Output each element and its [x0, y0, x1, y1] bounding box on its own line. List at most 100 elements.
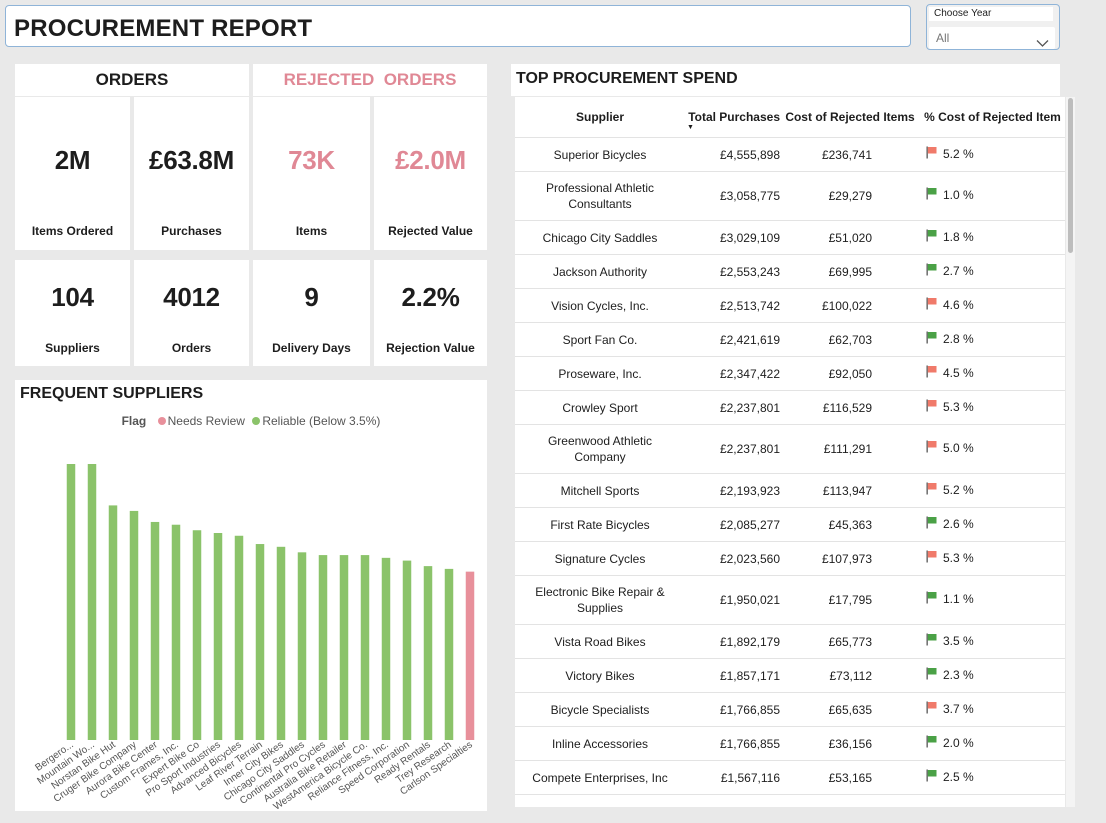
cell-cost-rejected: £116,529 [780, 390, 920, 425]
bar-14[interactable] [360, 555, 370, 740]
cell-cost-rejected: £62,703 [780, 322, 920, 357]
table-row[interactable]: Victory Bikes £1,857,171 £73,112 2.3 % [515, 658, 1065, 693]
year-slicer-label: Choose Year [929, 7, 1053, 21]
bar-13[interactable] [339, 555, 349, 740]
chevron-down-icon[interactable] [1036, 33, 1049, 55]
frequent-suppliers-chart: FREQUENT SUPPLIERS Flag Needs Review Rel… [15, 380, 487, 811]
bar-15[interactable] [381, 557, 391, 740]
bar-17[interactable] [423, 566, 433, 740]
cell-total-purchases: £2,347,422 [685, 356, 780, 391]
year-dropdown[interactable]: All [929, 27, 1055, 49]
column-header-supplier[interactable]: Supplier [515, 97, 685, 138]
cell-supplier: Superior Bicycles [515, 137, 685, 172]
table-row[interactable]: Superior Bicycles £4,555,898 £236,741 5.2 % [515, 137, 1065, 172]
cell-supplier: Compete Enterprises, Inc [515, 760, 685, 795]
bar-0[interactable] [66, 464, 76, 740]
rejected-orders-header: REJECTED ORDERS [253, 64, 487, 96]
table-scrollbar-thumb[interactable] [1068, 98, 1073, 253]
cell-cost-rejected: £17,795 [780, 575, 920, 625]
cell-total-purchases: £2,421,619 [685, 322, 780, 357]
kpi-delivery-days-label: Delivery Days [272, 341, 351, 355]
year-slicer[interactable]: Choose Year All [926, 4, 1060, 50]
table-row[interactable]: Greenwood Athletic Company £2,237,801 £111… [515, 424, 1065, 474]
bar-3[interactable] [129, 510, 139, 740]
bar-9[interactable] [255, 544, 265, 740]
bar-18[interactable] [444, 568, 454, 740]
cell-cost-rejected: £29,279 [780, 171, 920, 221]
cell-pct-value: 2.6 % [943, 516, 974, 531]
cell-total-purchases: £2,513,742 [685, 288, 780, 323]
table-row[interactable]: Professional Athletic Consultants £3,058,… [515, 171, 1065, 221]
cell-supplier: Jackson Authority [515, 254, 685, 289]
flag-red-icon [926, 297, 937, 313]
flag-green-icon [926, 263, 937, 279]
kpi-card-rejected-items: 73K Items [253, 97, 370, 250]
cell-cost-rejected: £113,947 [780, 473, 920, 508]
cell-pct-rejected: 3.5 % [920, 624, 1065, 659]
flag-red-icon [926, 701, 937, 717]
cell-pct-rejected: 4.6 % [920, 288, 1065, 323]
table-row[interactable]: Chicago City Saddles £3,029,109 £51,020 1.8… [515, 220, 1065, 255]
table-row[interactable]: Signature Cycles £2,023,560 £107,973 5.3 % [515, 541, 1065, 576]
bar-11[interactable] [297, 552, 307, 740]
bar-8[interactable] [234, 535, 244, 740]
bar-4[interactable] [150, 521, 160, 740]
column-header-total-purchases[interactable]: Total Purchases ▼ [685, 97, 780, 138]
cell-pct-value: 1.1 % [943, 592, 974, 607]
cell-cost-rejected: £51,020 [780, 220, 920, 255]
column-header-pct-rejected[interactable]: % Cost of Rejected Item [920, 97, 1065, 138]
cell-pct-rejected: 5.3 % [920, 390, 1065, 425]
table-row[interactable]: Electronic Bike Repair & Supplies £1,950,… [515, 575, 1065, 625]
table-row[interactable]: Vision Cycles, Inc. £2,513,742 £100,022 4.6… [515, 288, 1065, 323]
cell-total-purchases: £2,193,923 [685, 473, 780, 508]
kpi-card-orders: 4012 Orders [134, 260, 249, 366]
table-row[interactable]: Sport Fan Co. £2,421,619 £62,703 2.8 % [515, 322, 1065, 357]
cell-supplier: Vision Cycles, Inc. [515, 288, 685, 323]
table-row[interactable]: Jackson Authority £2,553,243 £69,995 2.7 % [515, 254, 1065, 289]
cell-cost-rejected: £65,773 [780, 624, 920, 659]
cell-total-purchases: £3,029,109 [685, 220, 780, 255]
table-row[interactable]: Proseware, Inc. £2,347,422 £92,050 4.5 % [515, 356, 1065, 391]
bar-1[interactable] [87, 464, 97, 740]
flag-green-icon [926, 516, 937, 532]
orders-header: ORDERS [15, 64, 249, 96]
kpi-rejection-value-label: Rejection Value [386, 341, 475, 355]
cell-cost-rejected: £69,995 [780, 254, 920, 289]
bar-7[interactable] [213, 533, 223, 740]
bar-10[interactable] [276, 546, 286, 740]
cell-pct-value: 1.8 % [943, 229, 974, 244]
page-title: PROCUREMENT REPORT [14, 15, 313, 42]
bar-2[interactable] [108, 505, 118, 740]
procurement-table[interactable]: Supplier Total Purchases ▼ Cost of Rejec… [515, 97, 1065, 807]
cell-supplier: First Rate Bicycles [515, 507, 685, 542]
table-row[interactable]: Mitchell Sports £2,193,923 £113,947 5.2 % [515, 473, 1065, 508]
bar-5[interactable] [171, 524, 181, 740]
table-row[interactable]: First Rate Bicycles £2,085,277 £45,363 2.6 … [515, 507, 1065, 542]
bar-19[interactable] [465, 571, 475, 740]
table-row[interactable]: Inline Accessories £1,766,855 £36,156 2.0 % [515, 726, 1065, 761]
table-row[interactable]: Vista Road Bikes £1,892,179 £65,773 3.5 % [515, 624, 1065, 659]
column-header-total-purchases-label: Total Purchases [688, 110, 780, 124]
cell-pct-value: 2.7 % [943, 263, 974, 278]
cell-pct-rejected: 4.5 % [920, 356, 1065, 391]
bar-6[interactable] [192, 530, 202, 740]
cell-cost-rejected: £53,165 [780, 760, 920, 795]
cell-total-purchases: £2,023,560 [685, 541, 780, 576]
cell-total-purchases: £3,058,775 [685, 171, 780, 221]
cell-total-purchases: £2,237,801 [685, 424, 780, 474]
column-header-cost-rejected[interactable]: Cost of Rejected Items [780, 97, 920, 138]
year-dropdown-value: All [936, 31, 950, 45]
table-row[interactable]: Bicycle Specialists £1,766,855 £65,635 3.7 … [515, 692, 1065, 727]
cell-pct-value: 5.0 % [943, 441, 974, 456]
table-row[interactable]: Compete Enterprises, Inc £1,567,116 £53,16… [515, 760, 1065, 795]
cell-supplier: Inline Accessories [515, 726, 685, 761]
table-row[interactable]: Crowley Sport £2,237,801 £116,529 5.3 % [515, 390, 1065, 425]
kpi-suppliers-value: 104 [51, 282, 94, 312]
procurement-table-header: TOP PROCUREMENT SPEND [511, 64, 1060, 96]
cell-pct-value: 5.3 % [943, 550, 974, 565]
cell-supplier: Chicago City Saddles [515, 220, 685, 255]
bar-16[interactable] [402, 560, 412, 740]
table-title: TOP PROCUREMENT SPEND [516, 70, 738, 87]
cell-pct-rejected: 5.0 % [920, 424, 1065, 474]
bar-12[interactable] [318, 555, 328, 740]
